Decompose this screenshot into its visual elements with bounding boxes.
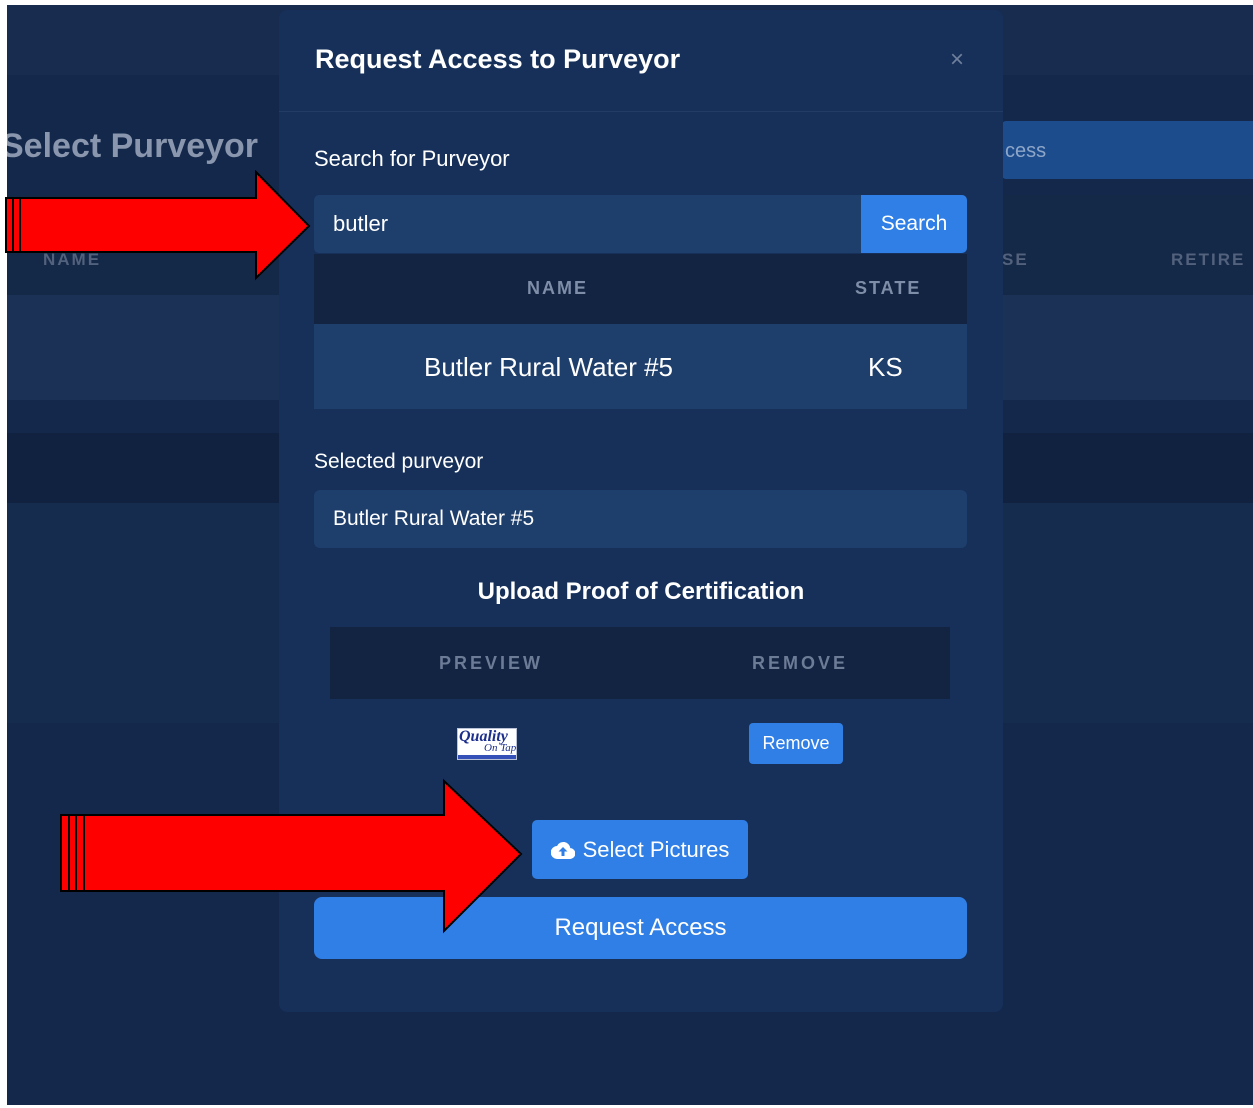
results-table-header: NAME STATE	[314, 254, 967, 324]
annotation-arrow-icon	[5, 170, 311, 281]
results-table: NAME STATE Butler Rural Water #5 KS	[314, 254, 967, 409]
request-access-open-label: cess	[1005, 140, 1047, 162]
col-header-remove: REMOVE	[752, 653, 849, 673]
select-pictures-label: Select Pictures	[582, 836, 730, 862]
remove-button[interactable]: Remove	[749, 723, 843, 764]
upload-title: Upload Proof of Certification	[477, 578, 805, 605]
selected-purveyor-field: Butler Rural Water #5	[314, 490, 967, 548]
cloud-upload-icon	[550, 841, 575, 859]
result-name: Butler Rural Water #5	[424, 352, 674, 382]
search-row: Search	[314, 195, 967, 253]
result-state: KS	[868, 352, 903, 382]
search-input[interactable]	[314, 195, 861, 253]
col-header-preview: PREVIEW	[439, 653, 544, 673]
select-pictures-button[interactable]: Select Pictures	[532, 820, 748, 879]
thumbnail-logo-subtext: On Tap	[484, 742, 517, 754]
table-row[interactable]: Butler Rural Water #5 KS	[314, 324, 967, 409]
modal-title: Request Access to Purveyor	[315, 44, 681, 74]
certificate-thumbnail: Quality On Tap	[457, 728, 517, 760]
annotation-arrow-icon	[60, 778, 523, 934]
search-button[interactable]: Search	[861, 195, 967, 253]
col-header-state: STATE	[855, 278, 922, 298]
page-title: Select Purveyor	[7, 127, 259, 165]
thumbnail-logo-bar	[458, 755, 516, 759]
preview-table: PREVIEW REMOVE Quality On Tap Remove	[330, 627, 950, 789]
modal-header: Request Access to Purveyor ×	[279, 10, 1003, 112]
preview-row: Quality On Tap Remove	[330, 699, 950, 789]
bg-col-license: SE	[1002, 250, 1029, 269]
close-icon[interactable]: ×	[950, 46, 964, 74]
search-label: Search for Purveyor	[314, 146, 510, 171]
selected-purveyor-label: Selected purveyor	[314, 450, 484, 473]
col-header-name: NAME	[527, 278, 588, 298]
preview-table-header: PREVIEW REMOVE	[330, 627, 950, 699]
bg-col-retire: RETIRE	[1171, 250, 1246, 269]
